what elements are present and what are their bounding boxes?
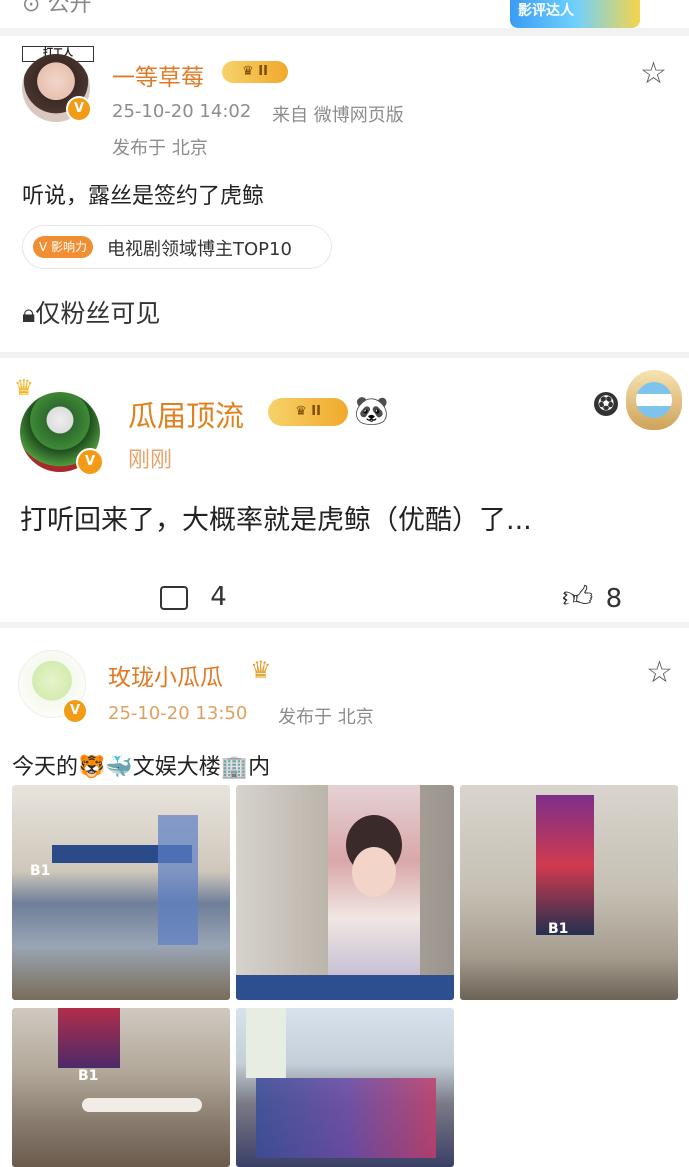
comment-username[interactable]: 瓜届顶流 [128,393,244,435]
divider [0,28,689,36]
post-photo[interactable]: B1 [12,1008,230,1167]
crown-icon: ♛ [242,64,254,79]
post-content: 听说，露丝是签约了虎鲸 [22,184,265,209]
post-photo[interactable]: B1 [12,785,230,1000]
favorite-star-icon[interactable]: ☆ [640,56,667,91]
post-source: 来自 微博网页版 [272,105,404,126]
like-count: 8 [605,584,623,614]
verified-badge-icon: V [66,96,92,122]
thumbs-up-icon: 👍︎ [562,580,594,615]
comment-count: 4 [210,582,227,612]
verified-badge-icon: V [76,448,104,476]
post-location: 发布于 北京 [278,707,374,728]
photo-label: B1 [78,1068,99,1084]
v-icon: V [39,240,48,254]
level-badge: ♛ II [268,398,348,426]
influence-pill[interactable]: V 影响力 电视剧领域博主TOP10 [22,225,332,269]
panda-emoji-icon: 🐼 [354,394,389,427]
favorite-star-icon[interactable]: ☆ [646,655,673,690]
divider [0,352,689,358]
team-shield-icon [626,370,682,430]
lock-icon: ⊙ [22,0,41,17]
crown-icon: ♛ [295,404,307,419]
comment-button[interactable]: 4 [160,582,227,612]
post-username[interactable]: 一等草莓 [112,58,204,92]
like-button[interactable]: 👍︎ 8 [562,580,622,616]
comment-icon [160,585,188,610]
photo-label: B1 [548,921,569,937]
divider [0,622,689,628]
post-location: 发布于 北京 [112,138,208,159]
level-badge: ♛ II [222,61,288,83]
verified-badge-icon: V [62,698,88,724]
post-photo[interactable] [236,1008,454,1167]
crown-icon: ♛ [14,376,34,401]
visibility-public-label: ⊙ 公开 [22,0,91,18]
event-badge: 影评达人 [510,0,640,28]
post-photo[interactable]: B1 [460,785,678,1000]
post-content: 今天的🐯🐳文娱大楼🏢内 [12,755,271,780]
crown-badge-icon: ♛ [250,656,272,684]
influence-text: 电视剧领域博主TOP10 [107,239,292,260]
post-photo[interactable] [236,785,454,1000]
post-username[interactable]: 玫珑小瓜瓜 [108,658,223,692]
event-badge-label: 影评达人 [518,3,574,19]
comment-content: 打听回来了，大概率就是虎鲸（优酷）了... [20,505,532,536]
post-timestamp: 25-10-20 14:02 [112,101,252,122]
photo-label: B1 [30,863,51,879]
influence-tag: V 影响力 [33,236,94,258]
fans-only-label: 🔒︎仅粉丝可见 [22,299,161,328]
soccer-ball-icon: ⚽︎ [594,392,618,416]
comment-time: 刚刚 [128,448,173,473]
lock-icon: 🔒︎ [22,299,36,328]
post-timestamp: 25-10-20 13:50 [108,703,248,724]
